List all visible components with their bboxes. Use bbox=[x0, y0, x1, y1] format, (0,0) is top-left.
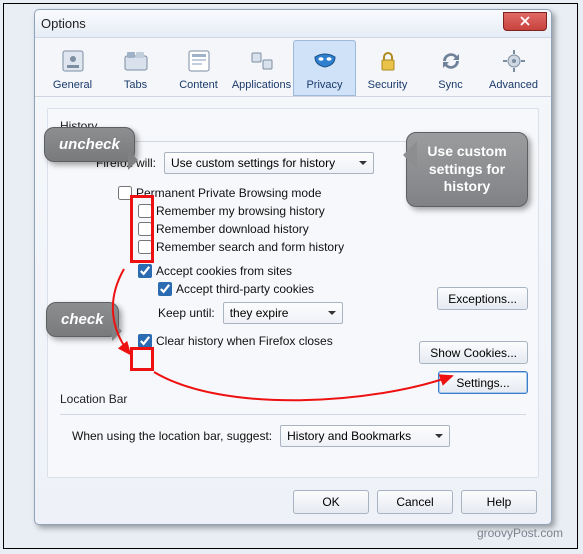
history-mode-select[interactable]: Use custom settings for history bbox=[164, 152, 374, 174]
close-icon bbox=[520, 15, 530, 29]
remember-browsing-checkbox[interactable] bbox=[138, 204, 152, 218]
remember-download-row: Remember download history bbox=[60, 222, 526, 236]
annotation-usecustom-callout: Use custom settings for history bbox=[406, 132, 528, 207]
watermark: groovyPost.com bbox=[477, 526, 563, 540]
locationbar-suggest-row: When using the location bar, suggest: Hi… bbox=[60, 425, 526, 447]
screenshot-frame: Options General Tabs bbox=[3, 3, 578, 549]
privacy-mask-icon bbox=[309, 45, 341, 77]
annotation-uncheck-text: uncheck bbox=[59, 136, 120, 153]
clear-settings-button[interactable]: Settings... bbox=[438, 371, 528, 394]
security-lock-icon bbox=[372, 45, 404, 77]
remember-forms-row: Remember search and form history bbox=[60, 240, 526, 254]
category-tabs[interactable]: Tabs bbox=[104, 40, 167, 96]
category-applications[interactable]: Applications bbox=[230, 40, 293, 96]
category-toolbar: General Tabs Content Applications bbox=[35, 38, 551, 97]
window-close-button[interactable] bbox=[503, 12, 547, 31]
locationbar-suggest-label: When using the location bar, suggest: bbox=[72, 429, 272, 443]
category-privacy[interactable]: Privacy bbox=[293, 40, 356, 96]
content-icon bbox=[183, 45, 215, 77]
general-icon bbox=[57, 45, 89, 77]
clear-on-close-label: Clear history when Firefox closes bbox=[156, 334, 333, 348]
category-label: Security bbox=[368, 79, 408, 91]
category-general[interactable]: General bbox=[41, 40, 104, 96]
exceptions-button[interactable]: Exceptions... bbox=[437, 287, 528, 310]
clear-on-close-checkbox[interactable] bbox=[138, 334, 152, 348]
remember-forms-checkbox[interactable] bbox=[138, 240, 152, 254]
category-label: Applications bbox=[232, 79, 291, 91]
accept-third-party-label: Accept third-party cookies bbox=[176, 282, 314, 296]
tabs-icon bbox=[120, 45, 152, 77]
keep-until-select[interactable]: they expire bbox=[223, 302, 343, 324]
applications-icon bbox=[246, 45, 278, 77]
accept-cookies-row: Accept cookies from sites bbox=[60, 264, 526, 278]
ok-button[interactable]: OK bbox=[293, 490, 369, 514]
annotation-check-text: check bbox=[61, 311, 104, 328]
category-security[interactable]: Security bbox=[356, 40, 419, 96]
show-cookies-button[interactable]: Show Cookies... bbox=[419, 341, 528, 364]
locationbar-group-label: Location Bar bbox=[60, 392, 526, 406]
category-sync[interactable]: Sync bbox=[419, 40, 482, 96]
accept-cookies-label: Accept cookies from sites bbox=[156, 264, 292, 278]
annotation-check-callout: check bbox=[46, 302, 119, 337]
annotation-uncheck-callout: uncheck bbox=[44, 127, 135, 162]
help-button[interactable]: Help bbox=[461, 490, 537, 514]
category-label: Content bbox=[179, 79, 218, 91]
category-label: Sync bbox=[438, 79, 462, 91]
accept-third-party-checkbox[interactable] bbox=[158, 282, 172, 296]
category-label: General bbox=[53, 79, 92, 91]
remember-download-checkbox[interactable] bbox=[138, 222, 152, 236]
dialog-button-row: OK Cancel Help bbox=[293, 490, 537, 514]
divider bbox=[60, 414, 526, 415]
gear-icon bbox=[498, 45, 530, 77]
annotation-usecustom-text: Use custom settings for history bbox=[427, 143, 506, 194]
category-label: Tabs bbox=[124, 79, 147, 91]
category-label: Advanced bbox=[489, 79, 538, 91]
permanent-pb-label: Permanent Private Browsing mode bbox=[136, 186, 321, 200]
category-label: Privacy bbox=[306, 79, 342, 91]
permanent-pb-checkbox[interactable] bbox=[118, 186, 132, 200]
locationbar-suggest-select[interactable]: History and Bookmarks bbox=[280, 425, 450, 447]
remember-download-label: Remember download history bbox=[156, 222, 309, 236]
remember-forms-label: Remember search and form history bbox=[156, 240, 344, 254]
sync-icon bbox=[435, 45, 467, 77]
keep-until-label: Keep until: bbox=[158, 306, 215, 320]
category-content[interactable]: Content bbox=[167, 40, 230, 96]
options-dialog: Options General Tabs bbox=[34, 9, 552, 525]
accept-cookies-checkbox[interactable] bbox=[138, 264, 152, 278]
cancel-button[interactable]: Cancel bbox=[377, 490, 453, 514]
category-advanced[interactable]: Advanced bbox=[482, 40, 545, 96]
remember-browsing-label: Remember my browsing history bbox=[156, 204, 325, 218]
titlebar: Options bbox=[35, 10, 551, 38]
window-title: Options bbox=[41, 16, 86, 31]
